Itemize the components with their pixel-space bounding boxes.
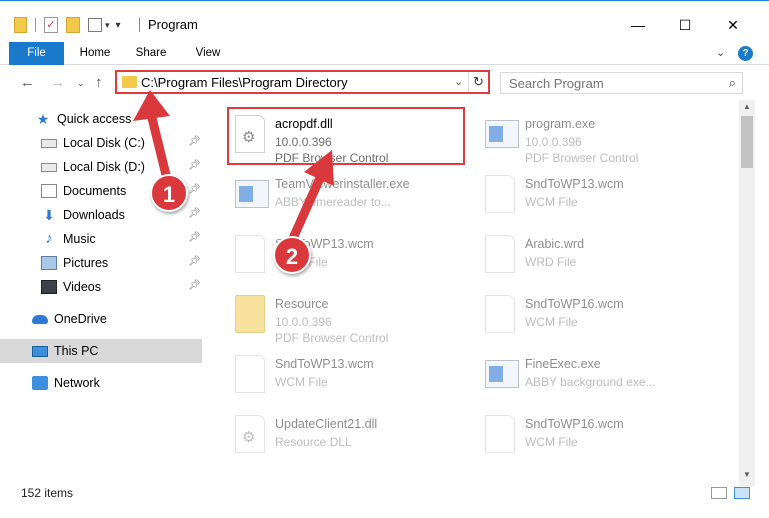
arrow-step-1 xyxy=(133,90,173,188)
arrow-step-2 xyxy=(285,150,334,250)
step-1-badge: 1 xyxy=(150,174,188,212)
step-2-badge: 2 xyxy=(273,236,311,274)
annotation-arrows xyxy=(133,90,334,250)
